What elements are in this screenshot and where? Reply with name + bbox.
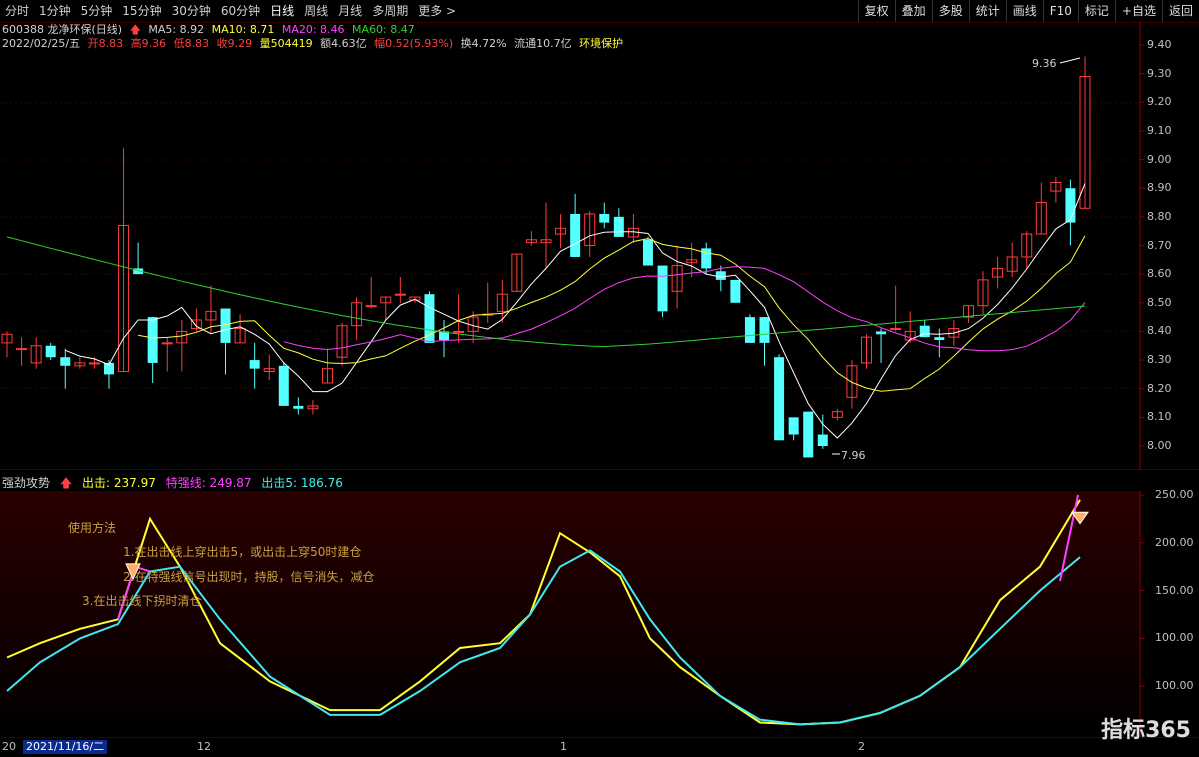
candle-down (803, 411, 814, 458)
candle-up (365, 305, 377, 308)
brand-logo: 指标365 (1101, 718, 1191, 743)
price-chart[interactable] (0, 0, 1199, 470)
candle-down (570, 213, 581, 257)
candle-down (817, 434, 828, 446)
indicator-arrow-icon: 🡅 (59, 476, 73, 490)
price-tick-label: 8.00 (1147, 439, 1172, 452)
candle-down (701, 248, 712, 269)
price-tick-label: 9.30 (1147, 66, 1172, 80)
usage-note-2: 2.在特强线信号出现时，持股，信号消失，减仓 (123, 570, 375, 584)
candle-down (424, 294, 435, 343)
candle-up (394, 293, 406, 296)
candle-down (1065, 188, 1076, 223)
x-label-feb: 2 (858, 740, 865, 753)
candle-down (657, 265, 668, 312)
ind-tick-label: 200.00 (1155, 535, 1194, 549)
chuji5-value: 出击5: 186.76 (261, 476, 343, 490)
price-tick-label: 8.50 (1147, 295, 1172, 309)
candle-down (147, 317, 158, 363)
candle-down (642, 239, 653, 266)
usage-note-1: 1.在出击线上穿出击5，或出击上穿50时建仓 (123, 545, 362, 559)
candle-down (744, 317, 755, 343)
date-axis: 20 2021/11/16/二 12 1 2 (0, 737, 1199, 757)
candle-up (16, 348, 28, 351)
ind-tick-label: 100.00 (1155, 679, 1194, 693)
price-tick-label: 8.40 (1147, 324, 1172, 338)
candle-up (161, 342, 173, 345)
indicator-header: 强劲攻势 🡅 出击: 237.97 特强线: 249.87 出击5: 186.7… (2, 474, 349, 492)
candle-down (715, 271, 726, 280)
candle-down (774, 357, 785, 441)
candle-up (890, 328, 902, 331)
chuji-value: 出击: 237.97 (82, 476, 156, 490)
candle-down (249, 360, 260, 369)
candle-up (453, 330, 465, 333)
indicator-chart[interactable] (0, 491, 1199, 737)
price-tick-label: 8.60 (1147, 267, 1172, 281)
usage-title: 使用方法 (68, 521, 117, 535)
teqiang-value: 特强线: 249.87 (165, 476, 252, 490)
price-tick-label: 8.10 (1147, 410, 1172, 424)
candle-up (88, 362, 100, 365)
ind-tick-label: 100.00 (1155, 631, 1194, 645)
candle-down (934, 337, 945, 341)
low-annotation: 7.96 (841, 449, 866, 462)
candle-down (45, 345, 56, 358)
price-tick-label: 8.70 (1147, 238, 1172, 252)
ind-tick-label: 150.00 (1155, 583, 1194, 597)
ind-tick-label: 250.00 (1155, 488, 1194, 501)
x-label-jan: 1 (560, 740, 567, 753)
candle-down (60, 357, 71, 366)
x-label-dec: 12 (197, 740, 211, 753)
usage-note-3: 3.在出击线下拐时清仓 (82, 594, 202, 608)
candle-down (788, 417, 799, 435)
indicator-background (0, 491, 1140, 737)
indicator-name[interactable]: 强劲攻势 (2, 476, 50, 490)
x-label-left: 20 (2, 740, 16, 753)
candle-down (730, 279, 741, 303)
candle-down (759, 317, 770, 343)
price-tick-label: 9.10 (1147, 123, 1172, 137)
ma20-line (283, 266, 1086, 352)
candle-down (278, 365, 289, 406)
price-tick-label: 8.20 (1147, 381, 1172, 395)
high-pointer (1059, 57, 1081, 64)
candle-down (293, 405, 304, 409)
price-tick-label: 8.30 (1147, 353, 1172, 367)
price-tick-label: 8.90 (1147, 181, 1172, 195)
price-tick-label: 9.40 (1147, 38, 1172, 51)
price-tick-label: 8.80 (1147, 209, 1172, 223)
price-tick-label: 9.20 (1147, 95, 1172, 109)
high-annotation: 9.36 (1032, 57, 1057, 70)
candle-down (599, 213, 610, 223)
price-tick-label: 9.00 (1147, 152, 1172, 166)
candle-down (613, 216, 624, 237)
cursor-date: 2021/11/16/二 (23, 740, 108, 754)
candle-down (876, 331, 887, 335)
